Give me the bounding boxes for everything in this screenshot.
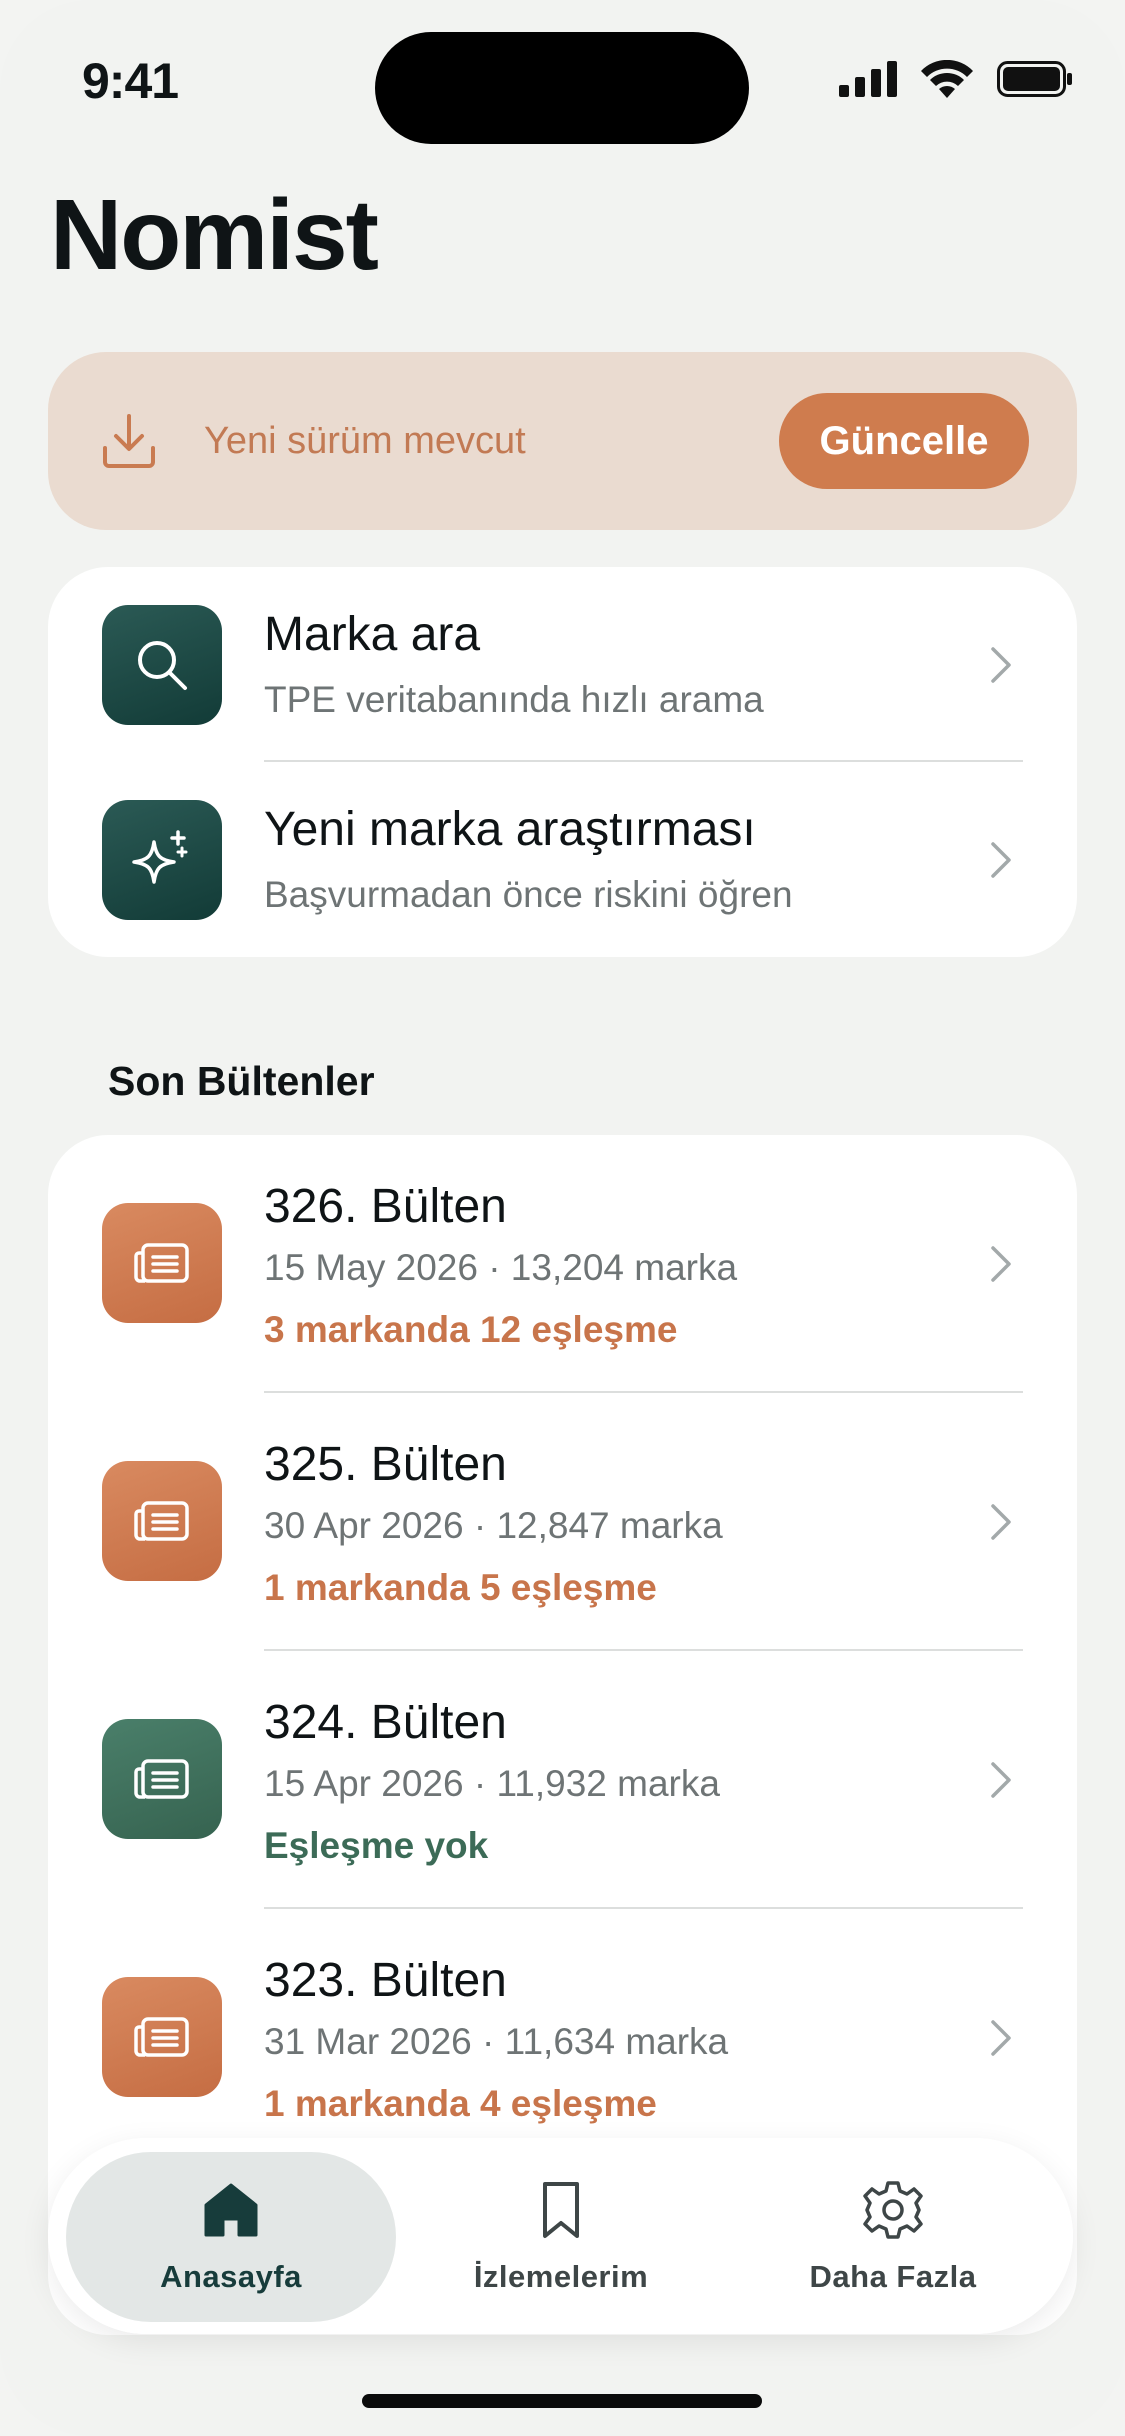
bulletin-title: 325. Bülten	[264, 1438, 507, 1491]
action-title: Marka ara	[264, 608, 481, 661]
bulletin-row[interactable]: 323. Bülten 31 Mar 2026 · 11,634 marka 1…	[48, 1909, 1077, 2167]
tab-home[interactable]: Anasayfa	[66, 2152, 396, 2322]
action-subtitle: Başvurmadan önce riskini öğren	[264, 874, 793, 915]
bulletin-meta: 15 May 2026 · 13,204 marka	[264, 1247, 738, 1288]
chevron-right-icon	[991, 1762, 1011, 1798]
status-icons	[839, 60, 1073, 98]
search-icon	[138, 641, 187, 690]
newspaper-icon	[134, 1759, 189, 1799]
dynamic-island	[375, 32, 749, 144]
bulletin-tile	[102, 1977, 222, 2097]
phone-screen: 9:41 Nomist Yeni sürüm mevcut Güncelle M…	[0, 0, 1125, 2436]
tab-label: Anasayfa	[160, 2259, 302, 2294]
bulletin-tile	[102, 1203, 222, 1323]
newspaper-icon	[134, 2017, 189, 2057]
actions-card: Marka ara TPE veritabanında hızlı arama …	[48, 567, 1077, 957]
bulletin-match-status: 1 markanda 5 eşleşme	[264, 1567, 657, 1608]
bulletin-match-status: 3 markanda 12 eşleşme	[264, 1309, 678, 1350]
chevron-right-icon	[991, 1246, 1011, 1282]
signal-icon	[839, 61, 897, 97]
bulletin-title: 326. Bülten	[264, 1180, 507, 1233]
chevron-right-icon	[991, 842, 1011, 878]
newspaper-icon	[134, 1243, 189, 1283]
chevron-right-icon	[991, 1504, 1011, 1540]
gear-icon	[863, 2181, 923, 2239]
home-indicator	[362, 2394, 762, 2408]
new-research-row[interactable]: Yeni marka araştırması Başvurmadan önce …	[48, 762, 1077, 957]
chevron-right-icon	[991, 647, 1011, 683]
action-title: Yeni marka araştırması	[264, 803, 756, 856]
bulletin-title: 323. Bülten	[264, 1954, 507, 2007]
newspaper-icon	[134, 1501, 189, 1541]
search-tile	[102, 605, 222, 725]
home-icon	[204, 2183, 258, 2237]
download-icon	[103, 414, 155, 468]
bulletin-meta: 31 Mar 2026 · 11,634 marka	[264, 2021, 729, 2062]
bookmark-icon	[543, 2182, 579, 2238]
tab-more[interactable]: Daha Fazla	[728, 2152, 1058, 2322]
wifi-icon	[921, 60, 973, 98]
bulletin-meta: 15 Apr 2026 · 11,932 marka	[264, 1763, 720, 1804]
chevron-right-icon	[991, 2020, 1011, 2056]
bulletin-row[interactable]: 325. Bülten 30 Apr 2026 · 12,847 marka 1…	[48, 1393, 1077, 1651]
bulletin-match-status: Eşleşme yok	[264, 1825, 489, 1866]
sparkle-tile	[102, 800, 222, 920]
page-title: Nomist	[50, 179, 379, 291]
bulletin-tile	[102, 1461, 222, 1581]
tab-label: Daha Fazla	[809, 2259, 977, 2294]
tab-watchlist[interactable]: İzlemelerim	[396, 2152, 726, 2322]
action-subtitle: TPE veritabanında hızlı arama	[264, 679, 764, 720]
bulletin-row[interactable]: 326. Bülten 15 May 2026 · 13,204 marka 3…	[48, 1135, 1077, 1393]
bulletin-row[interactable]: 324. Bülten 15 Apr 2026 · 11,932 marka E…	[48, 1651, 1077, 1909]
bulletin-meta: 30 Apr 2026 · 12,847 marka	[264, 1505, 723, 1546]
bulletin-tile	[102, 1719, 222, 1839]
tab-label: İzlemelerim	[473, 2259, 649, 2294]
sparkle-icon	[132, 830, 188, 884]
battery-icon	[997, 61, 1072, 97]
section-title: Son Bültenler	[108, 1058, 375, 1104]
bulletin-title: 324. Bülten	[264, 1696, 507, 1749]
update-banner-text: Yeni sürüm mevcut	[204, 419, 526, 462]
bulletin-match-status: 1 markanda 4 eşleşme	[264, 2083, 657, 2124]
tab-bar: Anasayfa İzlemelerim Daha Fazla	[48, 2138, 1073, 2334]
update-banner: Yeni sürüm mevcut Güncelle	[48, 352, 1077, 530]
status-time: 9:41	[82, 53, 179, 109]
update-button[interactable]: Güncelle	[779, 393, 1029, 489]
search-brand-row[interactable]: Marka ara TPE veritabanında hızlı arama	[48, 567, 1077, 762]
